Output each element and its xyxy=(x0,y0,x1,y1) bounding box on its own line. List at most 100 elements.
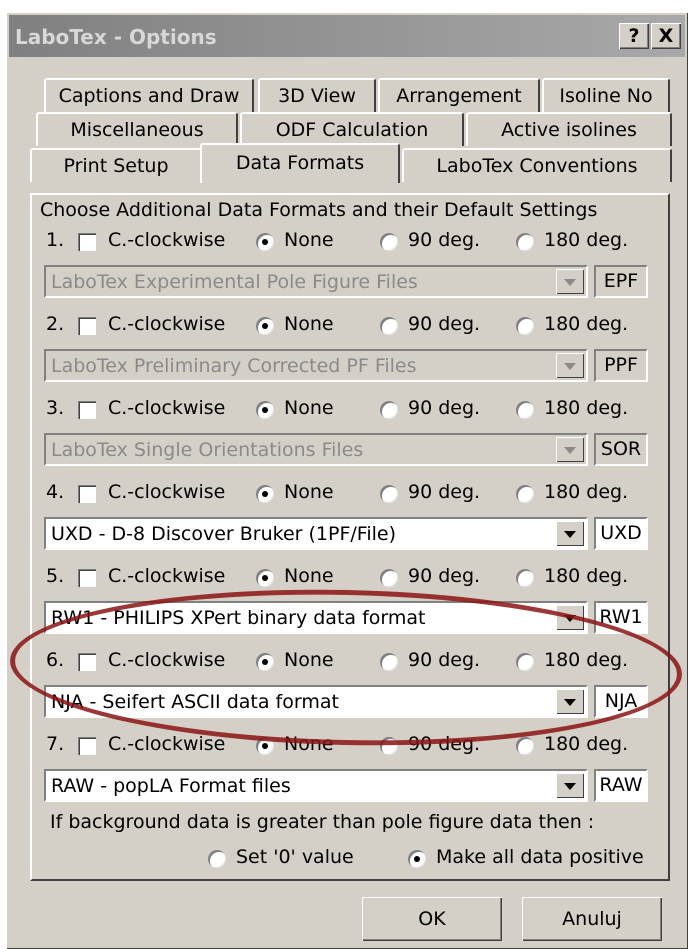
extension-field[interactable]: SOR xyxy=(594,433,648,466)
format-number: 6. xyxy=(46,649,65,671)
radio-180-label: 180 deg. xyxy=(544,649,629,671)
extension-field[interactable]: UXD xyxy=(594,517,648,550)
clockwise-checkbox[interactable] xyxy=(78,485,96,503)
radio-set-zero[interactable] xyxy=(208,850,226,868)
radio-90[interactable] xyxy=(380,485,398,503)
chevron-down-icon[interactable] xyxy=(556,689,584,714)
radio-180[interactable] xyxy=(516,317,534,335)
radio-90-label: 90 deg. xyxy=(408,565,481,587)
tab-captions-and-draw[interactable]: Captions and Draw xyxy=(44,78,254,112)
cancel-button[interactable]: Anuluj xyxy=(522,897,662,941)
background-strip xyxy=(0,0,688,12)
format-select-value: LaboTex Experimental Pole Figure Files xyxy=(51,271,418,293)
clockwise-checkbox[interactable] xyxy=(78,569,96,587)
radio-none[interactable] xyxy=(256,317,274,335)
format-select[interactable]: NJA - Seifert ASCII data format xyxy=(44,685,588,718)
radio-180[interactable] xyxy=(516,401,534,419)
radio-180[interactable] xyxy=(516,485,534,503)
radio-none-label: None xyxy=(284,313,334,335)
chevron-down-icon[interactable] xyxy=(556,521,584,546)
help-button[interactable]: ? xyxy=(619,23,649,49)
radio-make-positive[interactable] xyxy=(408,850,426,868)
background-question: If background data is greater than pole … xyxy=(50,811,595,833)
extension-field[interactable]: EPF xyxy=(594,265,648,298)
radio-180-label: 180 deg. xyxy=(544,313,629,335)
chevron-down-icon[interactable] xyxy=(556,773,584,798)
radio-180[interactable] xyxy=(516,233,534,251)
radio-180-label: 180 deg. xyxy=(544,733,629,755)
format-number: 5. xyxy=(46,565,65,587)
format-select[interactable]: RAW - popLA Format files xyxy=(44,769,588,802)
radio-none[interactable] xyxy=(256,233,274,251)
format-number: 4. xyxy=(46,481,65,503)
title-bar[interactable]: LaboTex - Options ? X xyxy=(9,15,685,57)
radio-180-label: 180 deg. xyxy=(544,565,629,587)
radio-90[interactable] xyxy=(380,317,398,335)
format-select-value: RAW - popLA Format files xyxy=(51,775,291,797)
format-number: 1. xyxy=(46,229,65,251)
extension-field[interactable]: RAW xyxy=(594,769,648,802)
tab-odf-calculation[interactable]: ODF Calculation xyxy=(240,112,464,146)
radio-90[interactable] xyxy=(380,233,398,251)
chevron-down-icon[interactable] xyxy=(556,437,584,462)
format-select-value: NJA - Seifert ASCII data format xyxy=(51,691,339,713)
radio-none[interactable] xyxy=(256,401,274,419)
window-title: LaboTex - Options xyxy=(15,25,217,49)
radio-90[interactable] xyxy=(380,569,398,587)
format-select[interactable]: LaboTex Single Orientations Files xyxy=(44,433,588,466)
radio-180[interactable] xyxy=(516,569,534,587)
radio-90-label: 90 deg. xyxy=(408,481,481,503)
radio-180[interactable] xyxy=(516,653,534,671)
radio-180-label: 180 deg. xyxy=(544,229,629,251)
radio-none[interactable] xyxy=(256,569,274,587)
radio-set-zero-label: Set '0' value xyxy=(236,846,354,868)
clockwise-label: C.-clockwise xyxy=(108,397,226,419)
extension-field[interactable]: PPF xyxy=(594,349,648,382)
tab-labotex-conventions[interactable]: LaboTex Conventions xyxy=(402,148,672,182)
close-button[interactable]: X xyxy=(651,23,681,49)
radio-none-label: None xyxy=(284,733,334,755)
format-select[interactable]: LaboTex Experimental Pole Figure Files xyxy=(44,265,588,298)
tab-miscellaneous[interactable]: Miscellaneous xyxy=(36,112,238,146)
radio-90-label: 90 deg. xyxy=(408,313,481,335)
chevron-down-icon[interactable] xyxy=(556,605,584,630)
panel-heading: Choose Additional Data Formats and their… xyxy=(40,199,598,221)
tab-active-isolines[interactable]: Active isolines xyxy=(466,112,672,146)
tab-data-formats[interactable]: Data Formats xyxy=(200,143,400,183)
radio-180-label: 180 deg. xyxy=(544,397,629,419)
extension-field[interactable]: NJA xyxy=(594,685,648,718)
radio-180[interactable] xyxy=(516,737,534,755)
chevron-down-icon[interactable] xyxy=(556,269,584,294)
tab-isoline-no[interactable]: Isoline No xyxy=(542,78,670,112)
radio-none[interactable] xyxy=(256,485,274,503)
radio-none[interactable] xyxy=(256,653,274,671)
clockwise-label: C.-clockwise xyxy=(108,313,226,335)
data-formats-panel: Choose Additional Data Formats and their… xyxy=(30,193,670,881)
tab-3d-view[interactable]: 3D View xyxy=(258,78,376,112)
clockwise-checkbox[interactable] xyxy=(78,401,96,419)
clockwise-label: C.-clockwise xyxy=(108,481,226,503)
radio-90[interactable] xyxy=(380,737,398,755)
format-number: 7. xyxy=(46,733,65,755)
clockwise-checkbox[interactable] xyxy=(78,317,96,335)
tab-print-setup[interactable]: Print Setup xyxy=(30,148,202,182)
radio-90[interactable] xyxy=(380,401,398,419)
clockwise-checkbox[interactable] xyxy=(78,737,96,755)
clockwise-checkbox[interactable] xyxy=(78,653,96,671)
radio-90-label: 90 deg. xyxy=(408,733,481,755)
radio-none-label: None xyxy=(284,565,334,587)
chevron-down-icon[interactable] xyxy=(556,353,584,378)
format-select[interactable]: UXD - D-8 Discover Bruker (1PF/File) xyxy=(44,517,588,550)
clockwise-label: C.-clockwise xyxy=(108,733,226,755)
tab-arrangement[interactable]: Arrangement xyxy=(378,78,540,112)
clockwise-checkbox[interactable] xyxy=(78,233,96,251)
ok-button[interactable]: OK xyxy=(362,897,502,941)
format-select[interactable]: LaboTex Preliminary Corrected PF Files xyxy=(44,349,588,382)
radio-none-label: None xyxy=(284,481,334,503)
extension-field[interactable]: RW1 xyxy=(594,601,648,634)
radio-90[interactable] xyxy=(380,653,398,671)
format-select[interactable]: RW1 - PHILIPS XPert binary data format xyxy=(44,601,588,634)
format-select-value: UXD - D-8 Discover Bruker (1PF/File) xyxy=(51,523,397,545)
radio-none[interactable] xyxy=(256,737,274,755)
format-number: 2. xyxy=(46,313,65,335)
